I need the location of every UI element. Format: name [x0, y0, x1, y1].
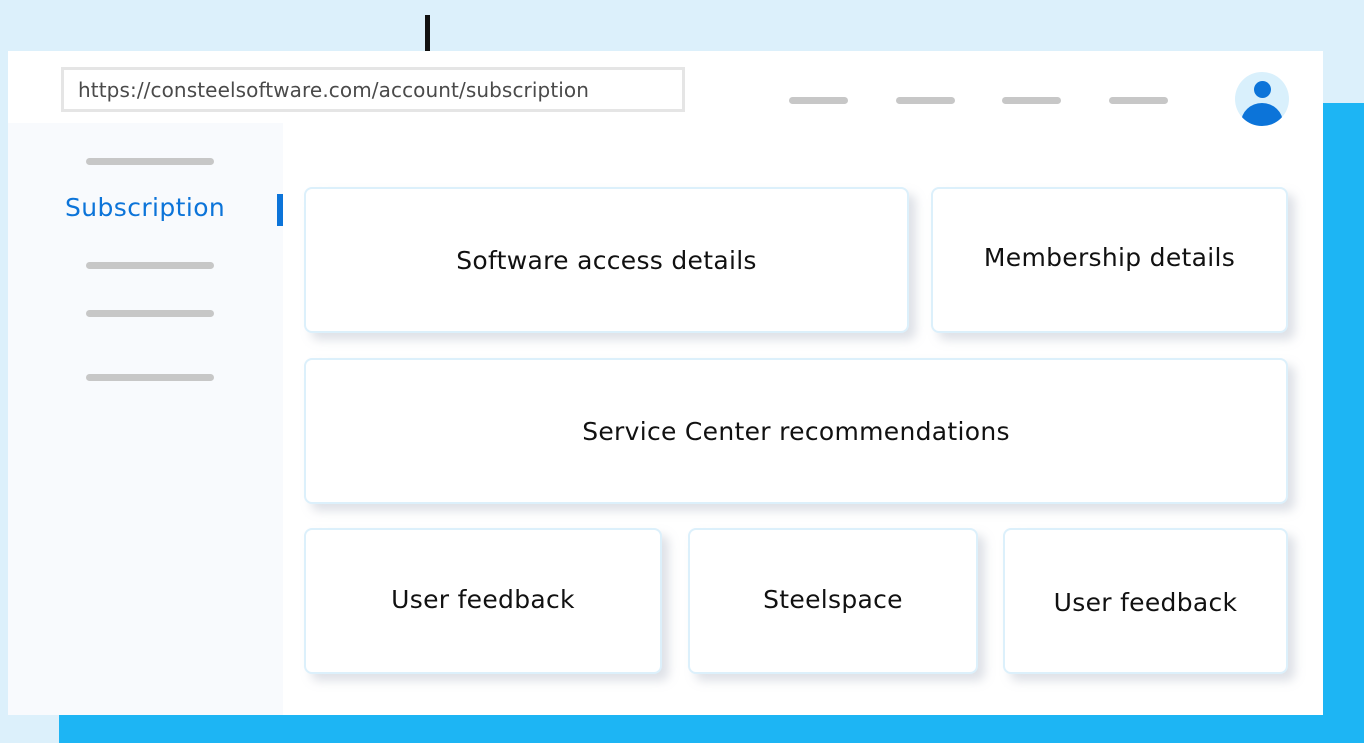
steelspace-card-title: Steelspace: [763, 584, 903, 614]
user-feedback-card-title: User feedback: [391, 584, 575, 614]
service-center-card-title: Service Center recommendations: [582, 416, 1010, 446]
nav-placeholder-item[interactable]: [789, 97, 848, 104]
nav-placeholder-item[interactable]: [1002, 97, 1061, 104]
service-center-card[interactable]: Service Center recommendations: [304, 358, 1288, 504]
address-bar-url: https://consteelsoftware.com/account/sub…: [78, 77, 590, 102]
user-feedback-card-title: User feedback: [1053, 587, 1238, 617]
sidebar-placeholder-item[interactable]: [86, 374, 214, 381]
sidebar-active-indicator: [277, 194, 283, 226]
browser-window: https://consteelsoftware.com/account/sub…: [8, 51, 1323, 715]
sidebar-item-subscription[interactable]: Subscription: [65, 193, 225, 222]
user-feedback-card[interactable]: User feedback: [1003, 528, 1288, 674]
membership-card[interactable]: Membership details: [931, 187, 1288, 333]
avatar-body-shape: [1241, 103, 1283, 126]
sidebar-placeholder-item[interactable]: [86, 158, 214, 165]
sidebar-placeholder-item[interactable]: [86, 310, 214, 317]
software-access-card-title: Software access details: [456, 245, 757, 275]
avatar-head-shape: [1254, 81, 1271, 98]
address-bar[interactable]: https://consteelsoftware.com/account/sub…: [61, 67, 685, 112]
membership-card-title: Membership details: [983, 242, 1236, 272]
user-feedback-card[interactable]: User feedback: [304, 528, 662, 674]
sidebar: Subscription: [8, 123, 283, 715]
sidebar-placeholder-item[interactable]: [86, 262, 214, 269]
nav-placeholder-item[interactable]: [1109, 97, 1168, 104]
user-avatar-icon[interactable]: [1235, 72, 1289, 126]
software-access-card[interactable]: Software access details: [304, 187, 909, 333]
steelspace-card[interactable]: Steelspace: [688, 528, 978, 674]
nav-placeholder-item[interactable]: [896, 97, 955, 104]
